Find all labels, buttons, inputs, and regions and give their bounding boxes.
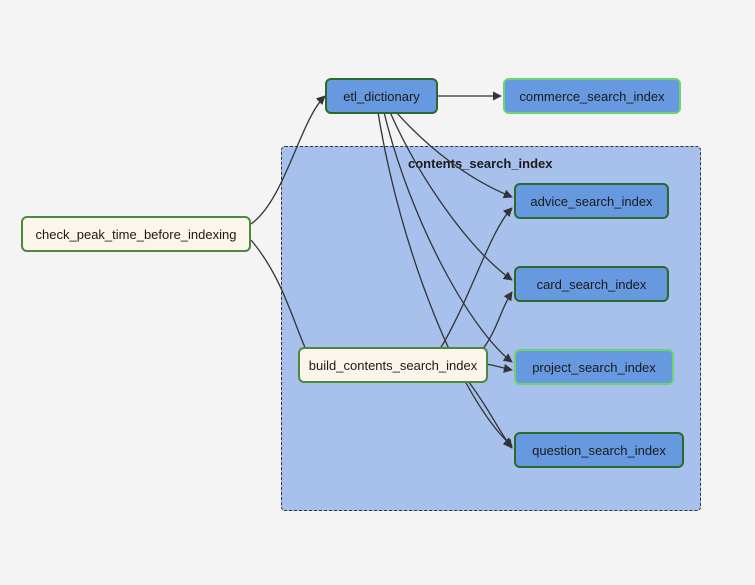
node-project-search-index[interactable]: project_search_index: [514, 349, 674, 385]
node-commerce-search-index[interactable]: commerce_search_index: [503, 78, 681, 114]
node-etl-dictionary[interactable]: etl_dictionary: [325, 78, 438, 114]
node-advice-search-index[interactable]: advice_search_index: [514, 183, 669, 219]
group-title: contents_search_index: [408, 156, 553, 171]
node-check-peak[interactable]: check_peak_time_before_indexing: [21, 216, 251, 252]
node-question-search-index[interactable]: question_search_index: [514, 432, 684, 468]
node-card-search-index[interactable]: card_search_index: [514, 266, 669, 302]
dag-canvas: contents_search_index: [0, 0, 755, 585]
node-build-contents-search-index[interactable]: build_contents_search_index: [298, 347, 488, 383]
